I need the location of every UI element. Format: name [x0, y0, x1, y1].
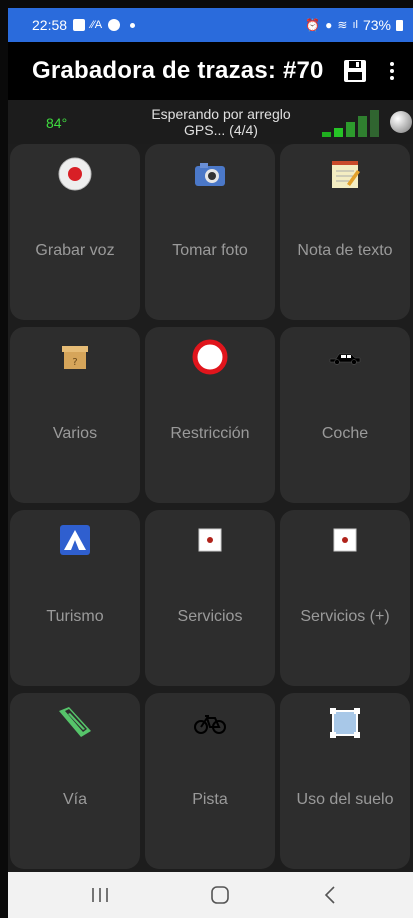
record-icon: [58, 157, 92, 191]
tile-via[interactable]: Vía: [10, 693, 140, 869]
tile-varios[interactable]: ? Varios: [10, 327, 140, 503]
tile-servicios[interactable]: Servicios: [145, 510, 275, 686]
gps-fix-icon: [390, 111, 412, 133]
cell-signal-icon: ıl: [352, 19, 358, 31]
back-button[interactable]: [310, 882, 350, 908]
svg-text:?: ?: [72, 357, 77, 368]
recent-apps-button[interactable]: [80, 882, 120, 908]
tile-nota-de-texto[interactable]: Nota de texto: [280, 144, 410, 320]
service-plus-icon: [333, 528, 357, 552]
car-icon: [329, 353, 361, 365]
notepad-icon: [332, 161, 360, 188]
tile-label: Restricción: [170, 425, 250, 442]
road-icon: [59, 707, 91, 737]
notification-icon: [73, 19, 86, 31]
tile-label: Nota de texto: [297, 242, 393, 259]
tile-restriccion[interactable]: Restricción: [145, 327, 275, 503]
wifi-icon: ≋: [337, 18, 348, 32]
tile-label: Varios: [52, 425, 98, 442]
status-bar: 22:58 ⁄⁄A ⏰ ● ≋ ıl 73%: [8, 8, 413, 42]
tile-pista[interactable]: Pista: [145, 693, 275, 869]
tile-grabar-voz[interactable]: Grabar voz: [10, 144, 140, 320]
tile-tomar-foto[interactable]: Tomar foto: [145, 144, 275, 320]
tile-label: Turismo: [46, 608, 104, 625]
tile-label: Pista: [192, 791, 228, 808]
battery-icon: [396, 19, 403, 31]
satellite-signal-icon: [322, 110, 379, 137]
save-icon[interactable]: [342, 58, 368, 84]
tile-servicios-plus[interactable]: Servicios (+): [280, 510, 410, 686]
restriction-icon: [192, 339, 228, 375]
gps-status-text: Esperando por arreglo GPS... (4/4): [126, 106, 316, 138]
tile-label: Servicios (+): [300, 608, 390, 625]
tile-label: Servicios: [177, 608, 243, 625]
camera-icon: [195, 163, 225, 186]
camping-icon: [60, 525, 90, 555]
account-icon: [108, 19, 121, 31]
wave-icon: ⁄⁄A: [91, 19, 103, 31]
home-button[interactable]: [200, 882, 240, 908]
tile-coche[interactable]: Coche: [280, 327, 410, 503]
battery-level: 73%: [362, 17, 391, 33]
tile-label: Vía: [62, 791, 87, 808]
tile-uso-del-suelo[interactable]: Uso del suelo: [280, 693, 410, 869]
landuse-icon: [330, 708, 360, 738]
status-time: 22:58: [32, 17, 68, 33]
alarm-icon: ⏰: [305, 18, 321, 32]
gps-status-line2: GPS... (4/4): [184, 122, 258, 138]
app-bar: Grabadora de trazas: #70: [8, 42, 413, 100]
gps-status-bar: 84° Esperando por arreglo GPS... (4/4): [8, 100, 413, 144]
action-grid: Grabar voz Tomar foto Nota de texto ? Va…: [8, 144, 413, 872]
service-icon: [198, 528, 222, 552]
system-nav-bar: [8, 872, 413, 918]
app-title: Grabadora de trazas: #70: [32, 57, 324, 84]
tile-label: Uso del suelo: [296, 791, 394, 808]
gps-status-line1: Esperando por arreglo: [151, 106, 291, 122]
tile-label: Tomar foto: [172, 242, 248, 259]
dot-icon: [130, 22, 136, 28]
box-icon: ?: [62, 346, 88, 369]
tile-label: Coche: [321, 425, 369, 442]
location-icon: ●: [325, 18, 333, 32]
tile-label: Grabar voz: [35, 242, 115, 259]
more-vert-icon[interactable]: [385, 58, 399, 84]
bicycle-icon: [194, 715, 226, 734]
gps-heading: 84°: [46, 115, 68, 131]
tile-turismo[interactable]: Turismo: [10, 510, 140, 686]
